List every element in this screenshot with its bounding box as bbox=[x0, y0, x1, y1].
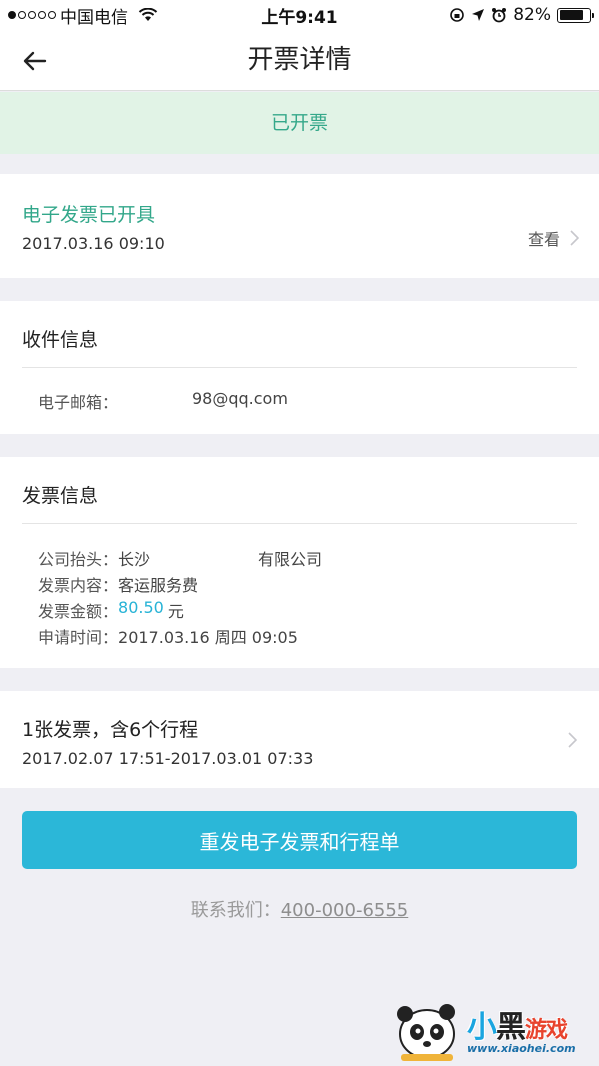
section-title: 收件信息 bbox=[22, 329, 99, 351]
resend-invoice-button[interactable]: 重发电子发票和行程单 bbox=[22, 811, 577, 869]
apply-time-label: 申请时间： bbox=[38, 628, 119, 647]
chevron-right-icon bbox=[570, 230, 579, 246]
brand-char-3: 游戏 bbox=[525, 1018, 568, 1043]
einvoice-card: 电子发票已开具 2017.03.16 09:10 查看 bbox=[0, 174, 599, 278]
battery-percent: 82% bbox=[513, 5, 551, 25]
page-title: 开票详情 bbox=[247, 45, 352, 75]
contact-label: 联系我们： bbox=[190, 900, 281, 921]
back-button[interactable] bbox=[18, 44, 52, 78]
panda-mascot-icon bbox=[397, 1004, 455, 1061]
brand-char-1: 小 bbox=[467, 1010, 497, 1045]
trips-date-range: 2017.02.07 17:51-2017.03.01 07:33 bbox=[22, 749, 314, 768]
amount-value: 80.50 bbox=[118, 598, 164, 617]
contact-line: 联系我们：400-000-6555 bbox=[0, 896, 599, 922]
content-label: 发票内容： bbox=[38, 576, 119, 595]
watermark-brand: 小黑游戏 bbox=[467, 1002, 568, 1046]
invoice-info-card: 发票信息 公司抬头： 长沙 有限公司 发票内容： 客运服务费 发票金额： 80.… bbox=[0, 457, 599, 668]
company-value-part2: 有限公司 bbox=[258, 550, 323, 569]
divider bbox=[22, 523, 577, 524]
email-label: 电子邮箱： bbox=[38, 393, 119, 412]
navigation-bar: 开票详情 bbox=[0, 30, 599, 91]
view-label: 查看 bbox=[527, 230, 560, 249]
invoice-status-banner: 已开票 bbox=[0, 92, 599, 154]
status-bar: 中国电信 上午9:41 82% bbox=[0, 0, 599, 30]
content-row: 发票内容： 客运服务费 bbox=[38, 572, 198, 596]
contact-phone-link[interactable]: 400-000-6555 bbox=[281, 900, 409, 921]
amount-label: 发票金额： bbox=[38, 602, 119, 621]
apply-time-value: 2017.03.16 周四 09:05 bbox=[118, 628, 298, 647]
section-title: 发票信息 bbox=[22, 485, 99, 507]
alarm-icon bbox=[492, 8, 507, 23]
amount-unit: 元 bbox=[167, 602, 184, 621]
company-row: 公司抬头： 长沙 有限公司 bbox=[38, 546, 322, 570]
cell-signal-icon bbox=[8, 11, 56, 19]
trips-card[interactable]: 1张发票，含6个行程 2017.02.07 17:51-2017.03.01 0… bbox=[0, 691, 599, 788]
back-arrow-icon bbox=[23, 51, 47, 71]
email-value: 98@qq.com bbox=[192, 389, 288, 408]
einvoice-time: 2017.03.16 09:10 bbox=[22, 234, 165, 253]
brand-char-2: 黑 bbox=[496, 1010, 526, 1045]
apply-time-row: 申请时间： 2017.03.16 周四 09:05 bbox=[38, 624, 298, 648]
company-label: 公司抬头： bbox=[38, 550, 119, 569]
einvoice-title: 电子发票已开具 bbox=[22, 204, 156, 226]
chevron-right-icon bbox=[568, 732, 577, 748]
wifi-icon bbox=[138, 8, 158, 21]
battery-icon bbox=[557, 7, 594, 23]
amount-row: 发票金额： 80.50 元 bbox=[38, 598, 184, 622]
company-value-part1: 长沙 bbox=[118, 550, 151, 569]
carrier-name: 中国电信 bbox=[60, 7, 128, 28]
rotation-lock-icon bbox=[450, 8, 465, 22]
watermark-logo: 小黑游戏 www.xiaohei.com bbox=[393, 1000, 593, 1062]
watermark-url: www.xiaohei.com bbox=[467, 1042, 576, 1055]
email-row: 电子邮箱： 98@qq.com bbox=[38, 389, 288, 413]
view-invoice-button[interactable]: 查看 bbox=[528, 226, 579, 250]
content-value: 客运服务费 bbox=[118, 576, 199, 595]
divider bbox=[22, 367, 577, 368]
location-arrow-icon bbox=[472, 9, 485, 21]
trips-summary: 1张发票，含6个行程 bbox=[22, 719, 199, 741]
recipient-info-card: 收件信息 电子邮箱： 98@qq.com bbox=[0, 301, 599, 434]
